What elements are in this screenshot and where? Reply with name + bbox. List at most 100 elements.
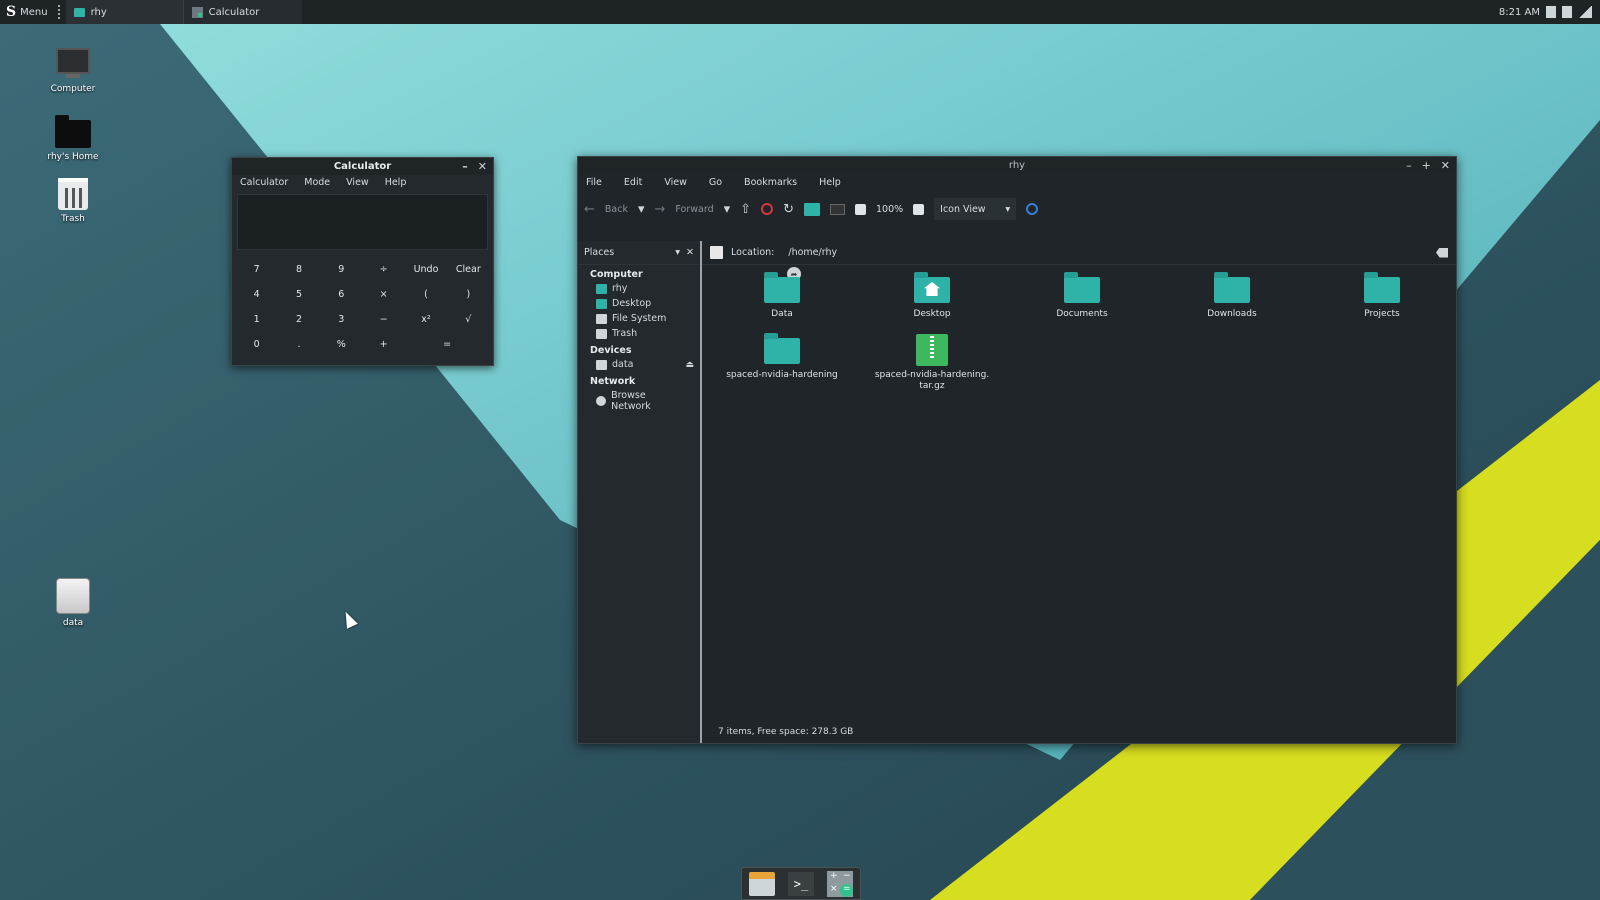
network-tray-icon[interactable]: [1546, 6, 1556, 18]
file-item[interactable]: Downloads: [1157, 269, 1307, 320]
desktop-icon-computer[interactable]: Computer: [28, 48, 118, 94]
menu-view[interactable]: View: [664, 177, 687, 189]
volume-tray-icon[interactable]: [1562, 6, 1572, 18]
key-5[interactable]: 5: [279, 283, 319, 305]
home-folder-icon: [914, 272, 950, 303]
key-7[interactable]: 7: [237, 258, 277, 280]
menu-help[interactable]: Help: [819, 177, 841, 189]
close-icon[interactable]: ✕: [478, 160, 487, 173]
key-6[interactable]: 6: [321, 283, 361, 305]
file-item[interactable]: ➦ Data: [707, 267, 857, 320]
key-clear[interactable]: Clear: [448, 258, 488, 280]
file-manager-launcher-icon[interactable]: [748, 871, 775, 896]
file-manager-window: rhy – + ✕ File Edit View Go Bookmarks He…: [577, 156, 1457, 744]
home-icon: [596, 283, 607, 294]
sidebar-item-label: Trash: [612, 328, 638, 339]
sidebar-mode-select[interactable]: Places ▾: [584, 247, 680, 258]
toggle-location-edit-icon[interactable]: [710, 246, 723, 259]
key-divide[interactable]: ÷: [363, 258, 404, 280]
menu-view[interactable]: View: [346, 177, 369, 189]
key-3[interactable]: 3: [321, 308, 361, 330]
key-open-paren[interactable]: (: [406, 283, 446, 305]
menu-help[interactable]: Help: [385, 177, 407, 189]
key-1[interactable]: 1: [237, 308, 277, 330]
back-history-dropdown-icon[interactable]: ▾: [638, 202, 645, 217]
key-percent[interactable]: %: [321, 333, 361, 355]
file-item[interactable]: Documents: [1007, 269, 1157, 320]
menu-button[interactable]: S Menu: [0, 0, 54, 24]
key-2[interactable]: 2: [279, 308, 319, 330]
forward-history-dropdown-icon[interactable]: ▾: [724, 202, 731, 217]
menu-edit[interactable]: Edit: [624, 177, 642, 189]
eject-icon[interactable]: ⏏: [685, 360, 694, 370]
key-9[interactable]: 9: [321, 258, 361, 280]
key-sqrt[interactable]: √: [448, 308, 488, 330]
clock[interactable]: 8:21 AM: [1499, 7, 1540, 18]
key-8[interactable]: 8: [279, 258, 319, 280]
key-equals[interactable]: =: [406, 333, 488, 355]
terminal-launcher-icon[interactable]: >_: [787, 871, 814, 896]
home-icon[interactable]: [803, 202, 820, 216]
key-4[interactable]: 4: [237, 283, 277, 305]
file-view[interactable]: Location: /home/rhy ➦ Data Desktop Docum…: [702, 241, 1456, 743]
calculator-launcher-icon[interactable]: + − × =: [827, 870, 854, 897]
key-add[interactable]: +: [363, 333, 404, 355]
close-icon[interactable]: ✕: [1441, 159, 1450, 172]
menu-bookmarks[interactable]: Bookmarks: [744, 177, 797, 189]
menu-file[interactable]: File: [586, 177, 602, 189]
file-item[interactable]: Desktop: [857, 269, 1007, 320]
maximize-icon[interactable]: +: [1422, 159, 1431, 172]
signal-tray-icon[interactable]: [1578, 6, 1592, 18]
sidebar-item-trash[interactable]: Trash: [578, 326, 700, 341]
sidebar-item-rhy[interactable]: rhy: [578, 281, 700, 296]
forward-button[interactable]: Forward: [675, 204, 713, 215]
sidebar-item-browse-network[interactable]: Browse Network: [578, 388, 700, 414]
folder-icon: [1364, 272, 1400, 303]
calculator-titlebar[interactable]: Calculator – ✕: [232, 158, 493, 175]
key-multiply[interactable]: ×: [363, 283, 404, 305]
key-close-paren[interactable]: ): [448, 283, 488, 305]
key-decimal[interactable]: .: [279, 333, 319, 355]
back-arrow-icon[interactable]: ←: [584, 202, 595, 217]
file-item[interactable]: spaced-nvidia-hardening. tar.gz: [857, 330, 1007, 392]
zoom-in-icon[interactable]: [913, 203, 925, 215]
zoom-out-icon[interactable]: [854, 203, 866, 215]
sidebar-item-file-system[interactable]: File System: [578, 311, 700, 326]
key-0[interactable]: 0: [237, 333, 277, 355]
key-square[interactable]: x²: [406, 308, 446, 330]
menu-go[interactable]: Go: [709, 177, 722, 189]
minimize-icon[interactable]: –: [462, 160, 468, 173]
task-file-manager[interactable]: rhy: [65, 0, 184, 24]
key-subtract[interactable]: −: [363, 308, 404, 330]
menu-mode[interactable]: Mode: [304, 177, 330, 189]
location-input[interactable]: /home/rhy: [782, 244, 1428, 262]
file-item-label: Documents: [1056, 309, 1108, 319]
computer-icon[interactable]: [829, 203, 845, 215]
stop-icon[interactable]: [761, 203, 774, 215]
sidebar-item-data[interactable]: data ⏏: [578, 357, 700, 372]
forward-arrow-icon[interactable]: →: [655, 202, 666, 217]
calculator-menubar: Calculator Mode View Help: [232, 175, 493, 191]
sidebar-item-desktop[interactable]: Desktop: [578, 296, 700, 311]
minimize-icon[interactable]: –: [1406, 159, 1412, 172]
key-undo[interactable]: Undo: [406, 258, 446, 280]
calculator-display[interactable]: [237, 194, 488, 250]
up-arrow-icon[interactable]: ⇧: [740, 202, 751, 217]
file-manager-titlebar[interactable]: rhy – + ✕: [578, 157, 1456, 173]
search-icon[interactable]: [1026, 203, 1039, 215]
desktop-icon-home[interactable]: rhy's Home: [28, 115, 118, 162]
reload-icon[interactable]: ↻: [783, 202, 794, 217]
clear-location-icon[interactable]: [1436, 247, 1448, 258]
drive-icon: [596, 313, 607, 324]
file-item[interactable]: spaced-nvidia-hardening: [707, 330, 857, 392]
view-mode-select[interactable]: Icon View ▾: [934, 198, 1017, 220]
close-sidebar-icon[interactable]: ✕: [686, 247, 694, 258]
drive-icon: [596, 359, 607, 370]
desktop-icon-trash[interactable]: Trash: [28, 178, 118, 224]
task-calculator[interactable]: Calculator: [183, 0, 302, 24]
desktop-icon-data[interactable]: data: [28, 578, 118, 628]
menu-calculator[interactable]: Calculator: [240, 177, 288, 189]
back-button[interactable]: Back: [605, 204, 628, 215]
file-item[interactable]: Projects: [1307, 269, 1457, 320]
file-manager-toolbar: ← Back ▾ → Forward ▾ ⇧ ↻ 100% Icon View …: [578, 193, 1456, 225]
